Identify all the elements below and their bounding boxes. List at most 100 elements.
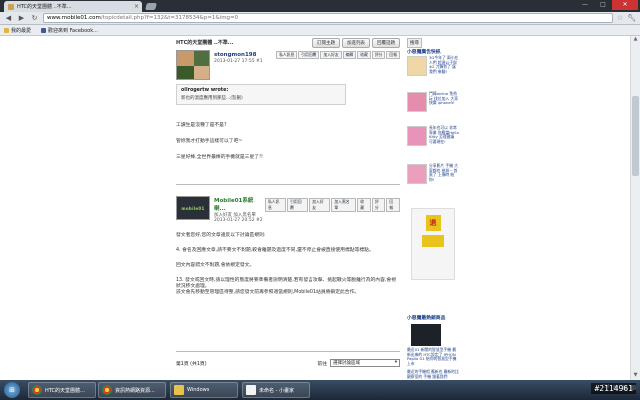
subscribe-button[interactable]: 訂閱主題 bbox=[312, 38, 340, 48]
add-friend-button[interactable]: 加入好友 bbox=[320, 51, 342, 59]
quote-body: 新也的溫度應用到那些...(恕刪) bbox=[181, 96, 243, 101]
quote-author: oilrogertw wrote: bbox=[181, 88, 229, 93]
ad-thumbnail bbox=[407, 92, 427, 112]
divider bbox=[176, 351, 400, 352]
folder-icon bbox=[174, 385, 184, 395]
window-controls: — □ ✕ bbox=[576, 0, 638, 10]
reply-button[interactable]: 回覆話題 bbox=[372, 38, 400, 48]
minimize-button[interactable]: — bbox=[576, 0, 594, 10]
sidebar-title: 小惡魔廣告快訊 bbox=[407, 50, 441, 55]
avatar[interactable]: mobile01 bbox=[176, 196, 210, 220]
bookmark-label: 我的最愛 bbox=[11, 27, 32, 34]
quote-block: oilrogertw wrote: 新也的溫度應用到那些...(恕刪) bbox=[176, 84, 346, 105]
pm-button[interactable]: 私人訊息 bbox=[276, 51, 298, 59]
ad-banner[interactable]: 退 bbox=[411, 208, 455, 280]
taskbar-label: 資訊熱網路資源... bbox=[115, 387, 155, 394]
facebook-icon bbox=[41, 27, 47, 33]
taskbar-item-chrome-1[interactable]: HTC的天堂團體... bbox=[28, 382, 96, 398]
sidebar-ad[interactable]: 3G今年了 兩小在人們 超過公子與 4G 刀鋒到了 讓我們 來翻! bbox=[407, 55, 459, 76]
taskbar-item-explorer[interactable]: Windows bbox=[170, 382, 238, 398]
new-tab-button[interactable] bbox=[145, 3, 157, 10]
report-button[interactable]: 回報 bbox=[386, 51, 400, 59]
forum-jump-select[interactable]: 選擇討論區域 ▾ bbox=[330, 359, 400, 367]
paint-icon bbox=[246, 385, 256, 395]
ad-thumbnail bbox=[407, 164, 427, 184]
post-text: 13. 發文或回文時,請以理性的態度將要準備者說明清楚,若有發言攻擊、挑起戰火等… bbox=[176, 278, 396, 289]
page-scrollbar[interactable]: ▲ ▼ bbox=[630, 36, 640, 380]
bookmark-facebook[interactable]: 歡迎來到 Facebook... bbox=[41, 27, 98, 34]
forum-topbar: HTC的天堂團體 ..不準... 訂閱主題 加進列表 回覆話題 bbox=[172, 36, 402, 48]
sidebar: 搜尋 小惡魔廣告快訊 3G今年了 兩小在人們 超過公子與 4G 刀鋒到了 讓我們… bbox=[405, 36, 460, 380]
bookmark-favorites[interactable]: 我的最愛 bbox=[4, 27, 31, 34]
add-list-button[interactable]: 加進列表 bbox=[342, 38, 370, 48]
bookmark-star-icon[interactable]: ☆ bbox=[617, 14, 623, 22]
sidebar-ad[interactable]: 分享影片 手機 大家都也 參與~ 首頁了 上傳時 給你! bbox=[407, 163, 459, 184]
close-window-button[interactable]: ✕ bbox=[612, 0, 638, 10]
chevron-down-icon: ▾ bbox=[394, 360, 397, 365]
banner-text: 退 bbox=[425, 215, 441, 231]
post-text: 管妳我才打動手這樣可以了吧~ bbox=[176, 139, 243, 144]
taskbar-item-paint[interactable]: 未命名 - 小畫家 bbox=[242, 382, 310, 398]
page-viewport: HTC的天堂團體 ..不準... 訂閱主題 加進列表 回覆話題 stongmon… bbox=[0, 36, 640, 380]
watermark: #2114961 bbox=[591, 383, 636, 394]
pagination: 第1頁 (共1頁) 前往 選擇討論區域 ▾ bbox=[176, 358, 400, 368]
post-text: 工讀生是沒種了是不是? bbox=[176, 123, 227, 128]
post-text: 該文會先移動至管理區待整,請您發文前再參照適當規則,Mobile01站員將鎖定此… bbox=[176, 290, 360, 295]
avatar[interactable] bbox=[176, 50, 210, 80]
favorite-button[interactable]: 收藏 bbox=[357, 197, 371, 212]
taskbar-item-chrome-2[interactable]: 資訊熱網路資源... bbox=[98, 382, 166, 398]
wrench-menu-icon[interactable]: 🔧︎ bbox=[627, 14, 636, 22]
forward-icon[interactable]: ▶ bbox=[17, 14, 26, 23]
select-value: 選擇討論區域 bbox=[333, 361, 360, 366]
taskbar-label: 未命名 - 小畫家 bbox=[259, 387, 294, 394]
add-friend-button[interactable]: 加入好友 bbox=[309, 197, 331, 212]
sidebar-ad[interactable]: 鬥陣online 免費玩 找位加入 大家快樂 iphone5! bbox=[407, 91, 459, 112]
post-author[interactable]: stongmon198 bbox=[214, 52, 256, 58]
quote-button[interactable]: 引用回覆 bbox=[298, 51, 320, 59]
ad-text: 3G今年了 兩小在人們 超過公子與 4G 刀鋒到了 讓我們 來翻! bbox=[429, 55, 459, 74]
scroll-thumb[interactable] bbox=[632, 96, 639, 176]
address-bar[interactable]: www.mobile01.com /topicdetail.php?f=132&… bbox=[43, 13, 613, 23]
start-button[interactable]: ⊞ bbox=[4, 382, 20, 398]
forum-content: HTC的天堂團體 ..不準... 訂閱主題 加進列表 回覆話題 stongmon… bbox=[172, 36, 402, 380]
ad-text: 長年也可以 非常專業 你應當Hello Kitty 至理建議 可要現在! bbox=[429, 125, 459, 144]
post-author[interactable]: Mobile01系統喇... bbox=[214, 196, 265, 212]
folder-icon bbox=[4, 27, 9, 33]
browser-tab[interactable]: HTC的天堂團體 ..不準... × bbox=[4, 1, 142, 12]
ad-text: 鬥陣online 免費玩 找位加入 大家快樂 iphone5! bbox=[429, 91, 458, 106]
block-button[interactable]: 加入黑名單 bbox=[331, 197, 357, 212]
tab-close-icon[interactable]: × bbox=[134, 3, 139, 10]
maximize-button[interactable]: □ bbox=[594, 0, 612, 10]
bookmark-label: 歡迎來到 Facebook... bbox=[48, 27, 98, 34]
rate-button[interactable]: 評分 bbox=[371, 197, 386, 212]
taskbar-label: HTC的天堂團體... bbox=[45, 387, 85, 394]
url-path: /topicdetail.php?f=132&t=3178534&p=1&img… bbox=[100, 15, 239, 21]
quote-button[interactable]: 引用回覆 bbox=[287, 197, 309, 212]
mobile01-logo: mobile01 bbox=[181, 205, 205, 211]
favorite-button[interactable]: 收藏 bbox=[357, 51, 371, 59]
scroll-up-icon[interactable]: ▲ bbox=[631, 36, 640, 44]
post-1: stongmon198 私人訊息 引用回覆 加入好友 編輯 收藏 評分 回報 2… bbox=[176, 50, 400, 161]
edit-button[interactable]: 編輯 bbox=[342, 51, 357, 59]
ad-thumbnail bbox=[407, 56, 427, 76]
back-icon[interactable]: ◀ bbox=[4, 14, 13, 23]
scroll-down-icon[interactable]: ▼ bbox=[631, 372, 640, 380]
post-text: 發文者您好,您的文章違反以下討論區規則: bbox=[176, 233, 266, 238]
sidebar-tab-search[interactable]: 搜尋 bbox=[407, 38, 422, 48]
url-host: www.mobile01.com bbox=[47, 15, 101, 21]
product-text[interactable]: 最近01 新聞的智慧型手機 最新出來的 HTC設定了 IPHON Papilo … bbox=[407, 347, 459, 366]
report-button[interactable]: 回報 bbox=[386, 197, 400, 212]
phone-product-image[interactable] bbox=[411, 324, 441, 346]
product-text[interactable]: 最近的手機相 應新也 最新的比 觀察室的 手機 跟著我們 bbox=[407, 369, 459, 379]
tab-favicon-icon bbox=[8, 3, 14, 10]
page-info: 第1頁 (共1頁) bbox=[176, 361, 207, 367]
post-2: mobile01 Mobile01系統喇... 私人訊息 引用回覆 加入好友 加… bbox=[176, 196, 400, 296]
post-date: 2013-01-27 20:52 #2 bbox=[214, 218, 263, 223]
pm-button[interactable]: 私人訊息 bbox=[265, 197, 287, 212]
chrome-icon bbox=[32, 385, 42, 395]
rate-button[interactable]: 評分 bbox=[371, 51, 386, 59]
sidebar-title: 小惡魔最熱銷商品 bbox=[407, 316, 446, 321]
sidebar-ad[interactable]: 長年也可以 非常專業 你應當Hello Kitty 至理建議 可要現在! bbox=[407, 125, 459, 146]
tab-title: HTC的天堂團體 ..不準... bbox=[17, 4, 72, 10]
reload-icon[interactable]: ↻ bbox=[30, 14, 39, 23]
